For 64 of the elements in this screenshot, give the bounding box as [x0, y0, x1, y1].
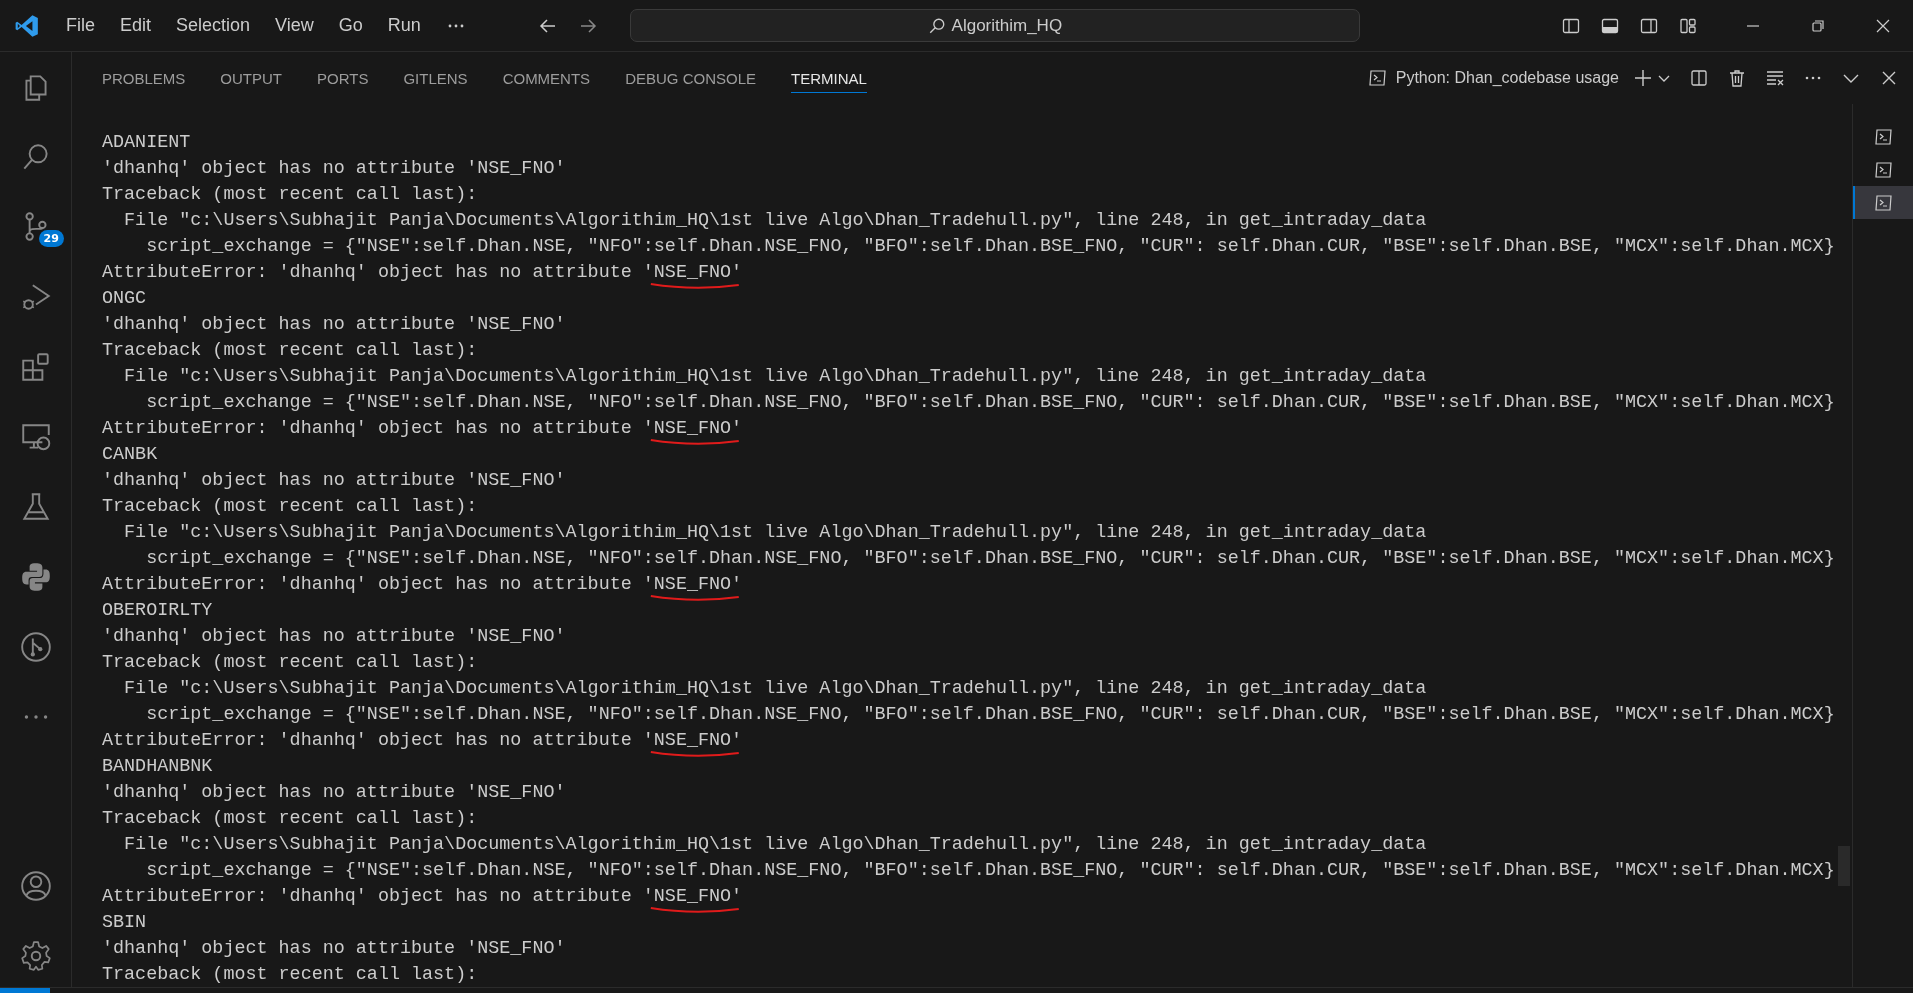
app-logo-icon[interactable] — [14, 12, 40, 39]
terminal-line: Traceback (most recent call last): — [102, 340, 478, 361]
notification-badge: 29 — [38, 230, 64, 247]
terminal-line: AttributeError: 'dhanhq' object has no attribute 'NSE_FNO' — [102, 262, 743, 283]
terminal-line: OBEROIRLTY — [102, 600, 213, 621]
terminal-line: 'dhanhq' object has no attribute 'NSE_FNO' — [102, 626, 566, 647]
terminal-line: AttributeError: 'dhanhq' object has no attribute 'NSE_FNO' — [102, 730, 743, 751]
terminal-line: 'dhanhq' object has no attribute 'NSE_FNO' — [102, 470, 566, 491]
menu-item[interactable]: Edit — [120, 15, 152, 36]
account-icon[interactable] — [18, 869, 53, 903]
terminal-line: ONGC — [102, 288, 147, 309]
panel-tab[interactable]: GITLENS — [403, 63, 468, 93]
terminal-line: script_exchange = {"NSE":self.Dhan.NSE, "NFO":self.Dhan.NSE_FNO, "BFO":self.Dhan.BSE_FNO, "CUR": self.Dhan.CUR, "BSE":self.Dhan.BSE, "MCX":self.Dhan.MCX} — [145, 236, 1835, 257]
terminal-line: File "c:\Users\Subhajit Panja\Documents\Algorithim_HQ\1st live Algo\Dhan_Tradehull.py", line 248, in get_intraday_data — [123, 366, 1427, 387]
terminal-line: 'dhanhq' object has no attribute 'NSE_FNO' — [102, 314, 566, 335]
menu-item[interactable]: Run — [387, 15, 421, 36]
terminal-line: 'dhanhq' object has no attribute 'NSE_FNO' — [102, 782, 566, 803]
terminal-line: SBIN — [102, 912, 147, 933]
terminal-line: Traceback (most recent call last): — [102, 184, 478, 205]
terminal-icon — [1874, 159, 1894, 180]
menu-item[interactable]: Selection — [176, 15, 251, 36]
terminal-icon — [1367, 68, 1388, 88]
status-indicator — [0, 988, 50, 993]
terminal-line: File "c:\Users\Subhajit Panja\Documents\Algorithim_HQ\1st live Algo\Dhan_Tradehull.py", line 248, in get_intraday_data — [123, 522, 1427, 543]
terminal-line: 'dhanhq' object has no attribute 'NSE_FNO' — [102, 158, 566, 179]
terminal-line: File "c:\Users\Subhajit Panja\Documents\Algorithim_HQ\1st live Algo\Dhan_Tradehull.py", line 248, in get_intraday_data — [123, 678, 1427, 699]
clear-list-icon[interactable] — [1765, 68, 1785, 88]
terminal-tab[interactable] — [1853, 186, 1913, 219]
panel-tab[interactable]: DEBUG CONSOLE — [625, 63, 756, 93]
terminal-line: CANBK — [102, 444, 158, 465]
terminal-line: script_exchange = {"NSE":self.Dhan.NSE, "NFO":self.Dhan.NSE_FNO, "BFO":self.Dhan.BSE_FNO, "CUR": self.Dhan.CUR, "BSE":self.Dhan.BSE, "MCX":self.Dhan.MCX} — [145, 548, 1835, 569]
terminal-name[interactable]: Python: Dhan_codebase usage — [1395, 69, 1619, 87]
trash-icon[interactable] — [1727, 68, 1747, 88]
terminal-line: ADANIENT — [102, 132, 191, 153]
panel-tab[interactable]: PORTS — [317, 63, 369, 93]
terminal-line: Traceback (most recent call last): — [102, 496, 478, 517]
terminal-line: File "c:\Users\Subhajit Panja\Documents\Algorithim_HQ\1st live Algo\Dhan_Tradehull.py", line 248, in get_intraday_data — [123, 210, 1427, 231]
terminal-line: 'dhanhq' object has no attribute 'NSE_FNO' — [102, 938, 566, 959]
panel-tab[interactable]: OUTPUT — [220, 63, 283, 93]
terminal-line: File "c:\Users\Subhajit Panja\Documents\Algorithim_HQ\1st live Algo\Dhan_Tradehull.py", line 248, in get_intraday_data — [123, 834, 1427, 855]
plus-icon[interactable] — [1633, 68, 1653, 88]
terminal-line: Traceback (most recent call last): — [102, 808, 478, 829]
panel-tab[interactable]: COMMENTS — [502, 63, 591, 93]
terminal-line: script_exchange = {"NSE":self.Dhan.NSE, "NFO":self.Dhan.NSE_FNO, "BFO":self.Dhan.BSE_FNO, "CUR": self.Dhan.CUR, "BSE":self.Dhan.BSE, "MCX":self.Dhan.MCX} — [145, 392, 1835, 413]
search-icon — [927, 16, 946, 35]
git-graph-icon[interactable] — [18, 630, 53, 664]
terminal-line: AttributeError: 'dhanhq' object has no attribute 'NSE_FNO' — [102, 418, 743, 439]
terminal-icon — [1874, 192, 1894, 213]
terminal-line: AttributeError: 'dhanhq' object has no attribute 'NSE_FNO' — [102, 574, 743, 595]
terminal-line: Traceback (most recent call last): — [102, 964, 478, 985]
split-terminal-icon[interactable] — [1689, 68, 1709, 88]
terminal-line: AttributeError: 'dhanhq' object has no attribute 'NSE_FNO' — [102, 886, 743, 907]
command-center-search[interactable]: Algorithim_HQ — [629, 9, 1360, 42]
terminal-line: BANDHANBNK — [102, 756, 213, 777]
menu-item[interactable]: Go — [338, 15, 363, 36]
menu-item[interactable]: File — [66, 15, 95, 36]
terminal-icon — [1874, 126, 1894, 147]
terminal-line: Traceback (most recent call last): — [102, 652, 478, 673]
panel-tab[interactable]: TERMINAL — [791, 63, 867, 93]
terminal-line: script_exchange = {"NSE":self.Dhan.NSE, "NFO":self.Dhan.NSE_FNO, "BFO":self.Dhan.BSE_FNO, "CUR": self.Dhan.CUR, "BSE":self.Dhan.BSE, "MCX":self.Dhan.MCX} — [145, 704, 1835, 725]
menu-item[interactable]: View — [275, 15, 314, 36]
terminal-line: script_exchange = {"NSE":self.Dhan.NSE, "NFO":self.Dhan.NSE_FNO, "BFO":self.Dhan.BSE_FNO, "CUR": self.Dhan.CUR, "BSE":self.Dhan.BSE, "MCX":self.Dhan.MCX} — [145, 860, 1835, 881]
settings-icon[interactable] — [18, 939, 53, 973]
panel-tab[interactable]: PROBLEMS — [102, 63, 186, 93]
